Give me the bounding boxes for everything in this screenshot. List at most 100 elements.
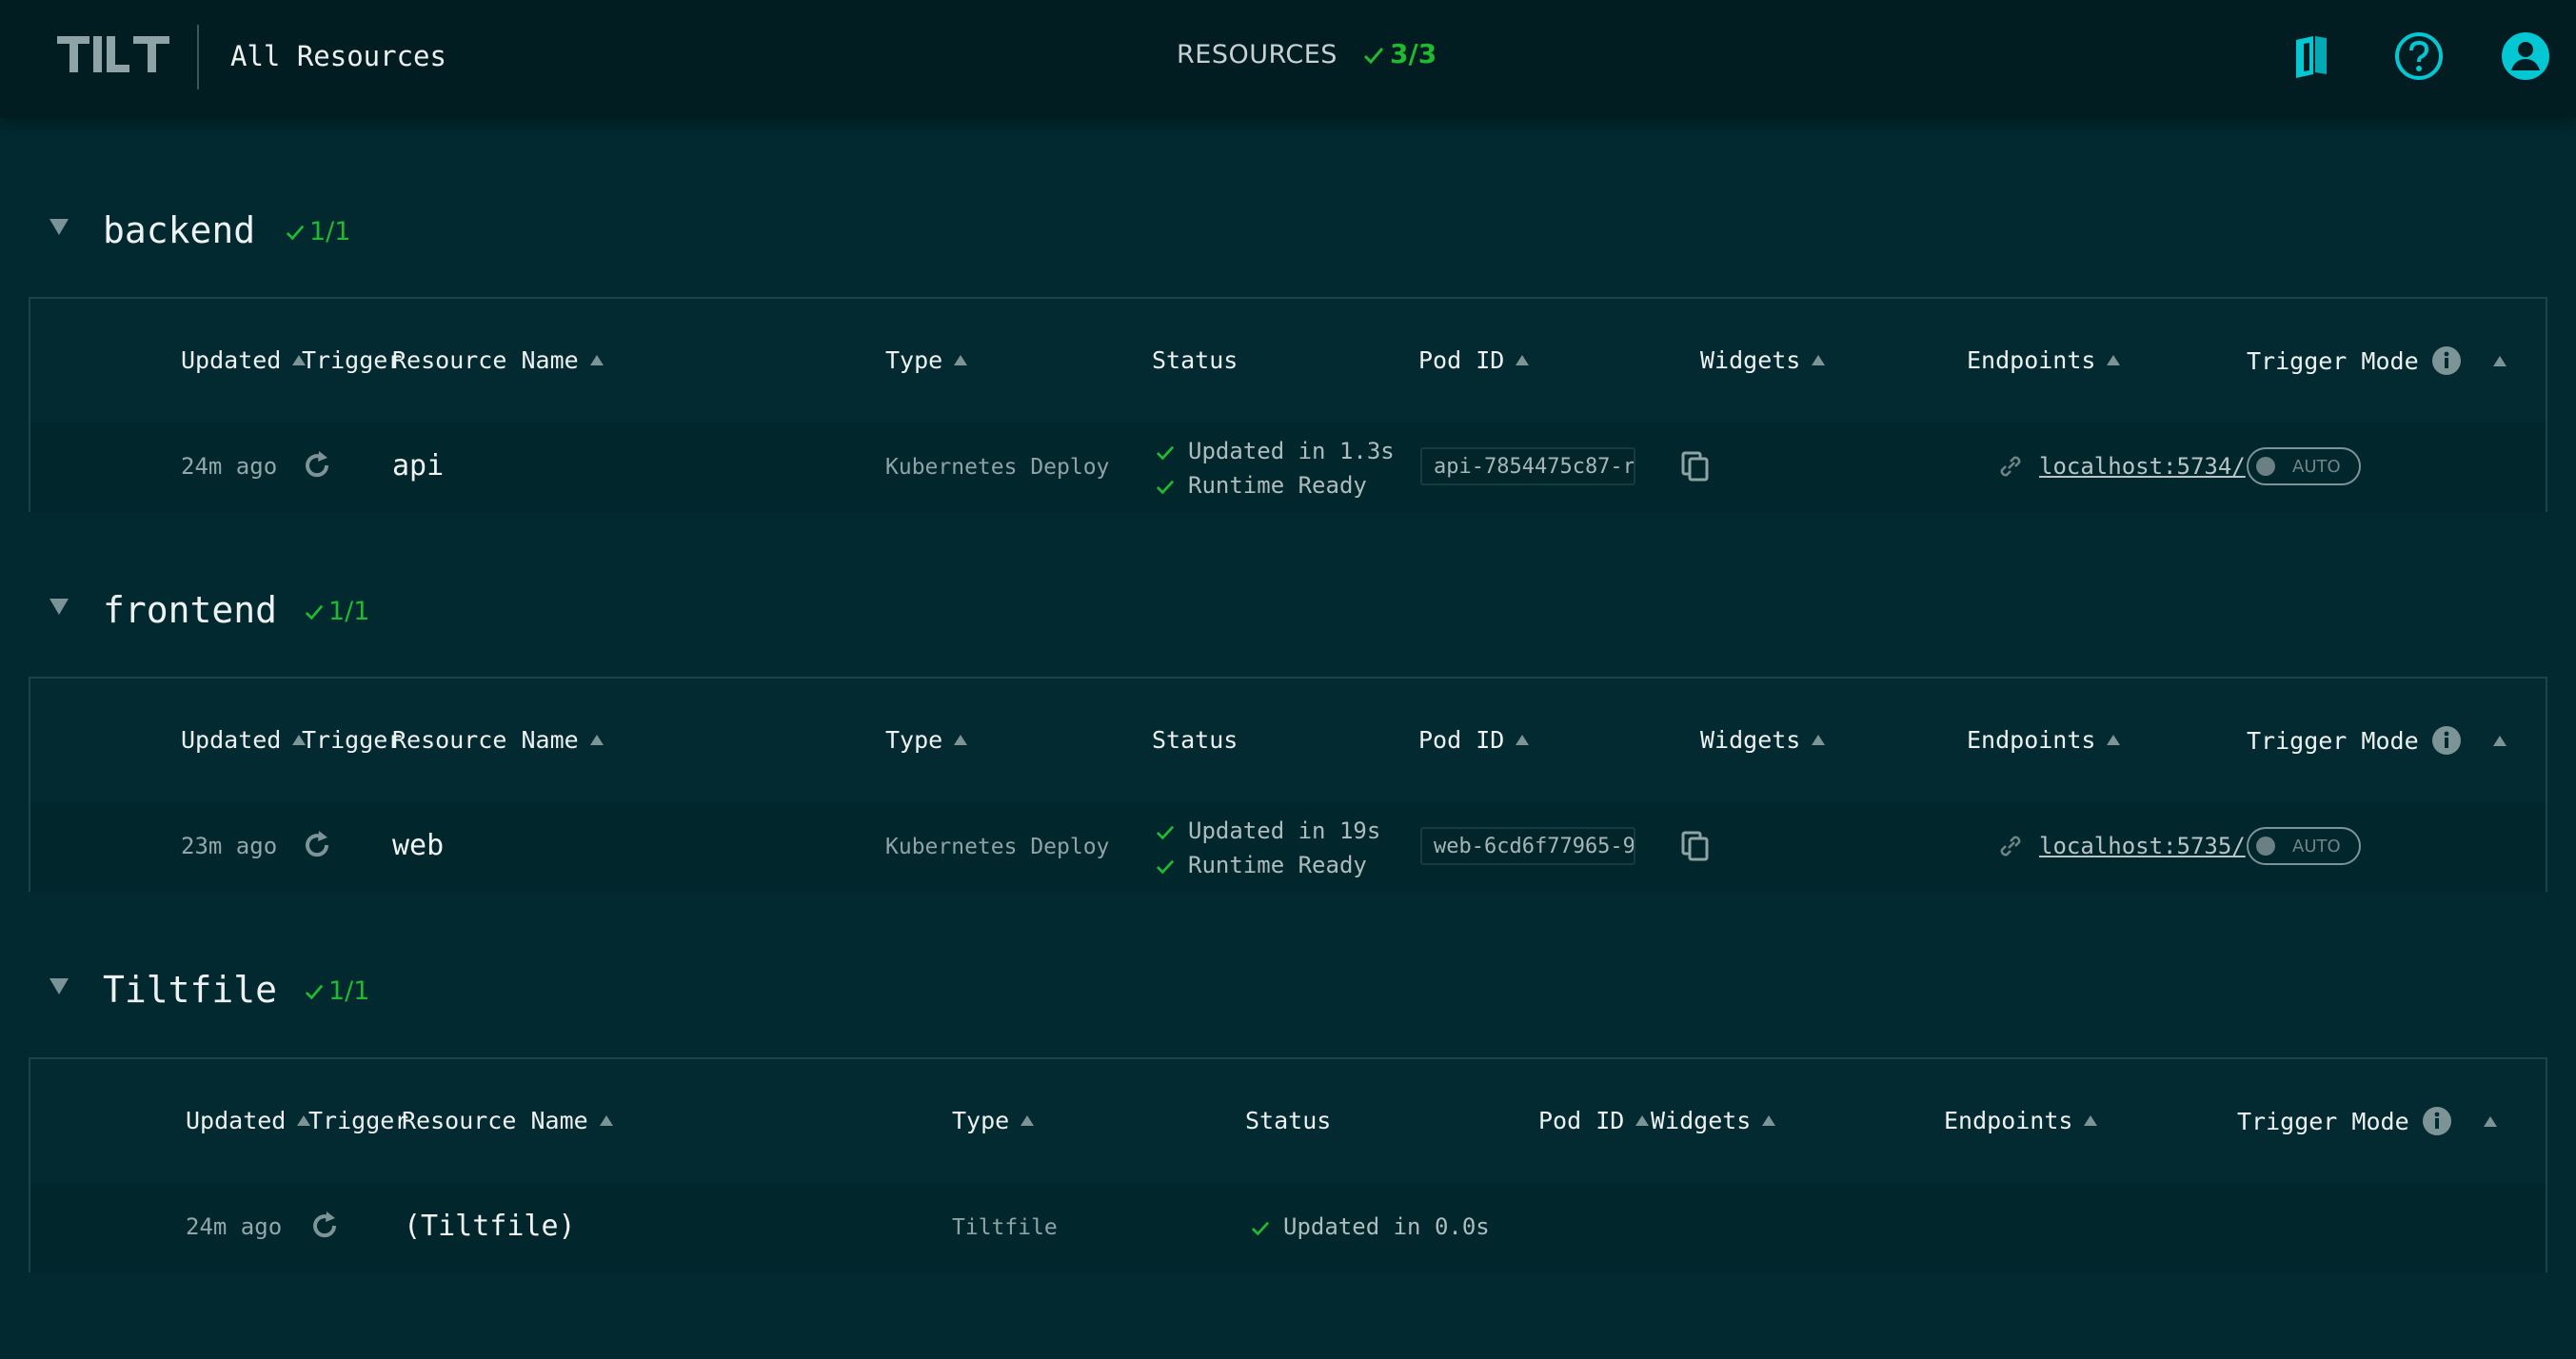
trigger-update-icon[interactable] [308,1210,341,1242]
group-name: backend [103,209,256,251]
resource-name[interactable]: api [392,449,444,483]
toggle-label: AUTO [2292,837,2341,857]
collapse-caret-icon[interactable] [50,978,69,995]
col-trigger-mode[interactable]: Trigger Mode [2247,726,2507,755]
sort-arrow-icon[interactable] [954,735,968,745]
group-header-tiltfile[interactable]: Tiltfile 1/1 [0,961,952,1018]
runtime-status[interactable]: Runtime Ready [1156,852,1367,878]
sort-arrow-icon[interactable] [599,1115,613,1126]
copy-icon[interactable] [1679,449,1712,483]
runtime-status[interactable]: Runtime Ready [1156,472,1367,499]
toggle-knob [2256,837,2275,856]
resource-type: Kubernetes Deploy [885,835,1110,859]
col-type[interactable]: Type [885,346,968,374]
check-icon [1156,480,1175,495]
sort-arrow-icon[interactable] [1020,1115,1035,1126]
collapse-caret-icon[interactable] [50,219,69,235]
resources-count[interactable]: 3/3 [1363,38,1437,69]
sort-arrow-icon[interactable] [589,355,604,365]
header-divider [197,25,199,89]
sort-arrow-icon[interactable] [2492,356,2507,366]
trigger-update-icon[interactable] [301,829,333,861]
link-icon [2000,456,2021,477]
col-updated[interactable]: Updated [181,726,307,754]
sort-arrow-icon[interactable] [2084,1115,2098,1126]
col-type[interactable]: Type [885,726,968,754]
link-icon [2000,836,2021,857]
sort-arrow-icon[interactable] [1516,735,1530,745]
pod-id-value: web-6cd6f77965-9 [1434,835,1635,858]
resource-table-tiltfile: Updated Trigger Resource Name Type Statu… [29,1057,2547,1272]
group-name: frontend [103,589,278,631]
col-resource-name[interactable]: Resource Name [392,346,604,374]
col-widgets[interactable]: Widgets [1651,1107,1776,1134]
col-status: Status [1152,346,1238,374]
table-header: Updated Trigger Resource Name Type Statu… [30,679,2546,804]
info-icon[interactable] [2422,1107,2451,1135]
sort-arrow-icon[interactable] [954,355,968,365]
book-icon[interactable] [2285,29,2340,84]
sort-arrow-icon[interactable] [2107,735,2121,745]
resource-table-frontend: Updated Trigger Resource Name Type Statu… [29,677,2547,892]
col-pod-id[interactable]: Pod ID [1418,346,1530,374]
pod-id-field[interactable]: api-7854475c87-r [1420,447,1635,485]
help-icon[interactable] [2391,29,2447,84]
group-header-backend[interactable]: backend 1/1 [0,202,952,259]
resource-name[interactable]: (Tiltfile) [404,1210,576,1243]
col-endpoints[interactable]: Endpoints [1944,1107,2098,1134]
sort-arrow-icon[interactable] [589,735,604,745]
build-status[interactable]: Updated in 0.0s [1251,1213,1490,1240]
col-resource-name[interactable]: Resource Name [392,726,604,754]
resource-table-backend: Updated Trigger Resource Name Type Statu… [29,297,2547,512]
col-pod-id[interactable]: Pod ID [1538,1107,1650,1134]
sort-arrow-icon[interactable] [1762,1115,1776,1126]
col-trigger: Trigger [302,726,403,754]
resource-type: Kubernetes Deploy [885,455,1110,480]
trigger-mode-toggle[interactable]: AUTO [2247,447,2361,485]
toggle-knob [2256,457,2275,476]
col-updated[interactable]: Updated [181,346,307,374]
copy-icon[interactable] [1679,829,1712,863]
sort-arrow-icon[interactable] [1812,735,1826,745]
info-icon[interactable] [2431,726,2461,755]
account-icon[interactable] [2498,29,2553,84]
group-count-value: 1/1 [309,217,351,246]
sort-arrow-icon[interactable] [2492,736,2507,746]
trigger-update-icon[interactable] [301,449,333,482]
group-count-value: 1/1 [328,597,370,626]
table-row: 23m ago web Kubernetes Deploy Updated in… [30,802,2546,892]
check-icon [1156,859,1175,875]
sort-arrow-icon[interactable] [1635,1115,1650,1126]
col-trigger: Trigger [302,346,403,374]
col-widgets[interactable]: Widgets [1700,726,1826,754]
col-endpoints[interactable]: Endpoints [1967,726,2121,754]
resource-name[interactable]: web [392,829,444,862]
info-icon[interactable] [2431,346,2461,375]
col-resource-name[interactable]: Resource Name [402,1107,613,1134]
col-widgets[interactable]: Widgets [1700,346,1826,374]
col-pod-id[interactable]: Pod ID [1418,726,1530,754]
table-row: 24m ago (Tiltfile) Tiltfile Updated in 0… [30,1183,2546,1272]
sort-arrow-icon[interactable] [2483,1116,2497,1127]
sort-arrow-icon[interactable] [2107,355,2121,365]
col-updated[interactable]: Updated [186,1107,311,1134]
col-trigger-mode[interactable]: Trigger Mode [2237,1107,2497,1135]
build-status[interactable]: Updated in 1.3s [1156,438,1395,464]
check-icon [286,225,305,241]
sort-arrow-icon[interactable] [1516,355,1530,365]
endpoint-link[interactable]: localhost:5734/ [2039,453,2246,480]
collapse-caret-icon[interactable] [50,599,69,615]
sort-arrow-icon[interactable] [1812,355,1826,365]
col-type[interactable]: Type [952,1107,1035,1134]
group-header-frontend[interactable]: frontend 1/1 [0,581,952,639]
pod-id-field[interactable]: web-6cd6f77965-9 [1420,827,1635,865]
col-endpoints[interactable]: Endpoints [1967,346,2121,374]
updated-time: 24m ago [186,1213,283,1240]
build-status[interactable]: Updated in 19s [1156,817,1380,844]
endpoint-link[interactable]: localhost:5735/ [2039,833,2246,859]
tilt-logo[interactable] [57,36,169,80]
trigger-mode-toggle[interactable]: AUTO [2247,827,2361,865]
group-name: Tiltfile [103,969,278,1011]
col-trigger-mode[interactable]: Trigger Mode [2247,346,2507,375]
col-status: Status [1152,726,1238,754]
